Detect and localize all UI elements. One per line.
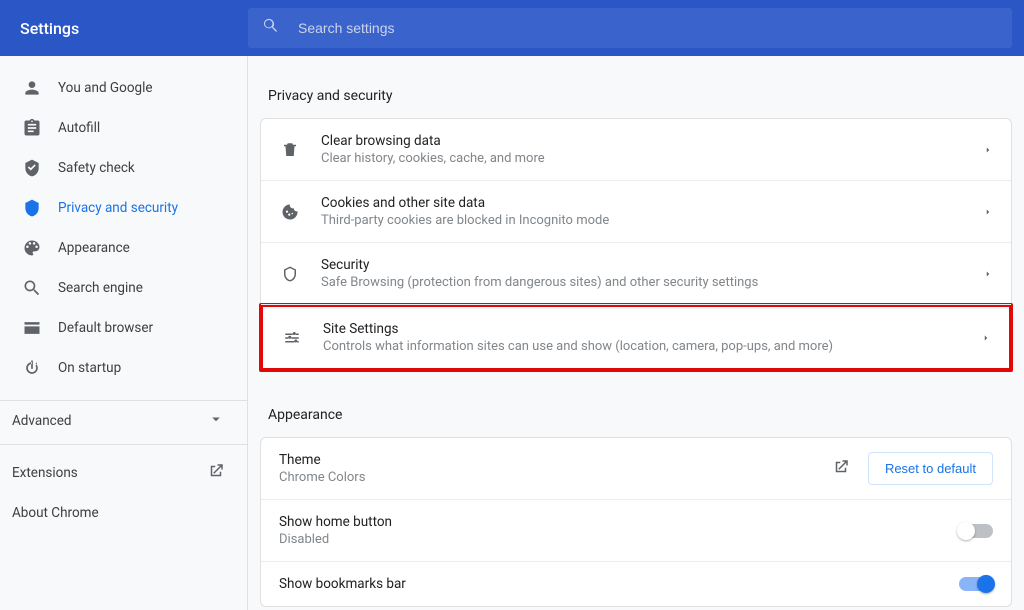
- row-site-settings[interactable]: Site Settings Controls what information …: [263, 307, 1009, 368]
- shield-icon: [22, 198, 42, 218]
- sidebar-item-on-startup[interactable]: On startup: [0, 348, 247, 388]
- theme-title: Theme: [279, 452, 832, 468]
- extensions-label: Extensions: [12, 465, 78, 481]
- row-title: Cookies and other site data: [321, 195, 983, 211]
- sliders-icon: [281, 329, 303, 347]
- person-icon: [22, 78, 42, 98]
- sidebar-item-you-and-google[interactable]: You and Google: [0, 68, 247, 108]
- row-security[interactable]: Security Safe Browsing (protection from …: [261, 243, 1011, 305]
- row-sub: Safe Browsing (protection from dangerous…: [321, 275, 983, 290]
- sidebar-item-label: Search engine: [58, 280, 143, 296]
- row-bookmarks-bar: Show bookmarks bar: [261, 562, 1011, 606]
- reset-to-default-button[interactable]: Reset to default: [868, 452, 993, 485]
- magnify-icon: [22, 278, 42, 298]
- home-sub: Disabled: [279, 532, 959, 547]
- highlight-site-settings: Site Settings Controls what information …: [259, 303, 1013, 372]
- sidebar-item-appearance[interactable]: Appearance: [0, 228, 247, 268]
- sidebar: You and Google Autofill Safety check Pri…: [0, 56, 248, 610]
- bookmarks-title: Show bookmarks bar: [279, 576, 959, 592]
- appearance-card: Theme Chrome Colors Reset to default Sho…: [260, 437, 1012, 607]
- sidebar-item-autofill[interactable]: Autofill: [0, 108, 247, 148]
- sidebar-item-label: Default browser: [58, 320, 153, 336]
- chevron-right-icon: [983, 269, 993, 279]
- open-external-icon[interactable]: [832, 458, 850, 480]
- bookmarks-bar-toggle[interactable]: [959, 577, 993, 591]
- sidebar-item-label: Appearance: [58, 240, 130, 256]
- row-title: Site Settings: [323, 321, 981, 337]
- app-title: Settings: [0, 19, 248, 38]
- chevron-right-icon: [983, 145, 993, 155]
- search-box[interactable]: [248, 8, 1012, 48]
- theme-sub: Chrome Colors: [279, 470, 832, 485]
- about-label: About Chrome: [12, 505, 99, 521]
- open-external-icon: [207, 462, 225, 484]
- chevron-right-icon: [981, 333, 991, 343]
- home-title: Show home button: [279, 514, 959, 530]
- sidebar-extensions[interactable]: Extensions: [0, 453, 247, 493]
- row-cookies[interactable]: Cookies and other site data Third-party …: [261, 181, 1011, 243]
- advanced-toggle[interactable]: Advanced: [0, 400, 247, 440]
- shield-outline-icon: [279, 265, 301, 283]
- sidebar-about-chrome[interactable]: About Chrome: [0, 493, 247, 533]
- home-button-toggle[interactable]: [959, 524, 993, 538]
- sidebar-item-safety-check[interactable]: Safety check: [0, 148, 247, 188]
- clipboard-icon: [22, 118, 42, 138]
- row-sub: Clear history, cookies, cache, and more: [321, 151, 983, 166]
- row-clear-browsing-data[interactable]: Clear browsing data Clear history, cooki…: [261, 119, 1011, 181]
- sidebar-item-search-engine[interactable]: Search engine: [0, 268, 247, 308]
- sidebar-item-label: Autofill: [58, 120, 100, 136]
- row-theme[interactable]: Theme Chrome Colors Reset to default: [261, 438, 1011, 500]
- sidebar-item-privacy-security[interactable]: Privacy and security: [0, 188, 247, 228]
- search-icon: [262, 17, 298, 39]
- row-sub: Controls what information sites can use …: [323, 339, 981, 354]
- row-title: Security: [321, 257, 983, 273]
- sidebar-item-label: You and Google: [58, 80, 153, 96]
- browser-icon: [22, 318, 42, 338]
- row-title: Clear browsing data: [321, 133, 983, 149]
- row-home-button: Show home button Disabled: [261, 500, 1011, 562]
- privacy-card: Clear browsing data Clear history, cooki…: [260, 118, 1012, 371]
- section-privacy-title: Privacy and security: [248, 80, 1024, 118]
- trash-icon: [279, 141, 301, 159]
- chevron-right-icon: [983, 207, 993, 217]
- sidebar-item-default-browser[interactable]: Default browser: [0, 308, 247, 348]
- palette-icon: [22, 238, 42, 258]
- advanced-label: Advanced: [12, 413, 72, 429]
- section-appearance-title: Appearance: [248, 399, 1024, 437]
- main-panel: Privacy and security Clear browsing data…: [248, 56, 1024, 610]
- search-input[interactable]: [298, 20, 998, 36]
- shield-check-icon: [22, 158, 42, 178]
- top-bar: Settings: [0, 0, 1024, 56]
- row-sub: Third-party cookies are blocked in Incog…: [321, 213, 983, 228]
- sidebar-item-label: Safety check: [58, 160, 135, 176]
- sidebar-item-label: Privacy and security: [58, 200, 178, 216]
- power-icon: [22, 358, 42, 378]
- sidebar-item-label: On startup: [58, 360, 121, 376]
- sidebar-divider: [0, 444, 247, 445]
- cookie-icon: [279, 203, 301, 221]
- chevron-down-icon: [207, 410, 225, 432]
